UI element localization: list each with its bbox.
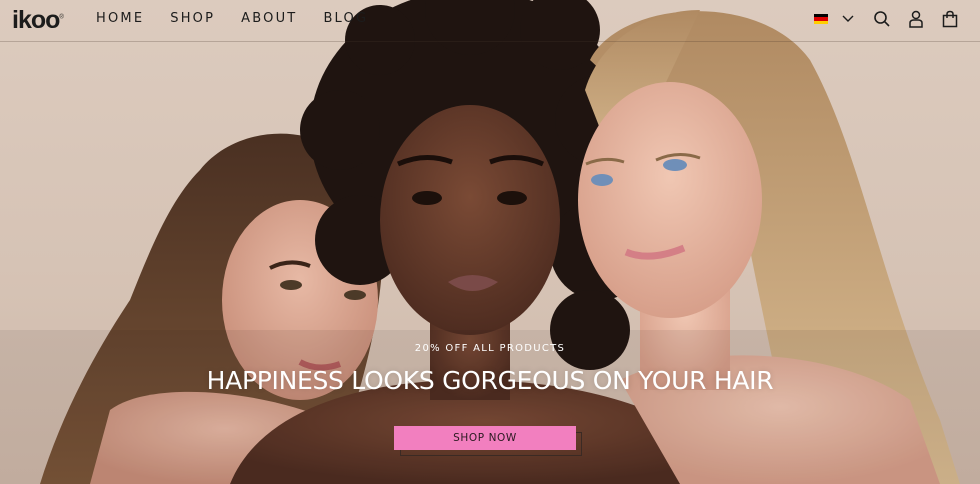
promo-eyebrow: 20% OFF ALL PRODUCTS [414,343,566,354]
header-utilities [814,9,960,29]
germany-flag-icon [814,14,828,24]
right-model-face [578,82,762,318]
hero-photo [0,0,980,484]
nav-item-home[interactable]: HOME [96,11,144,26]
brand-logo[interactable]: ikoo® [12,6,64,35]
hero-headline: HAPPINESS LOOKS GORGEOUS ON YOUR HAIR [206,366,774,395]
middle-model-face [380,105,560,335]
chevron-down-icon [838,9,858,29]
site-header: ikoo® HOME SHOP ABOUT BLOG [0,0,980,42]
main-nav: HOME SHOP ABOUT BLOG [96,11,368,26]
hero-section: ikoo® HOME SHOP ABOUT BLOG 20% OFF ALL P… [0,0,980,484]
nav-item-about[interactable]: ABOUT [241,11,297,26]
shopping-bag-icon[interactable] [940,9,960,29]
nav-item-blog[interactable]: BLOG [323,11,368,26]
language-selector[interactable] [814,9,858,29]
nav-item-shop[interactable]: SHOP [170,11,215,26]
user-icon[interactable] [906,9,926,29]
shop-now-button[interactable]: SHOP NOW [394,426,576,450]
cta-wrapper: SHOP NOW [394,426,584,458]
search-icon[interactable] [872,9,892,29]
